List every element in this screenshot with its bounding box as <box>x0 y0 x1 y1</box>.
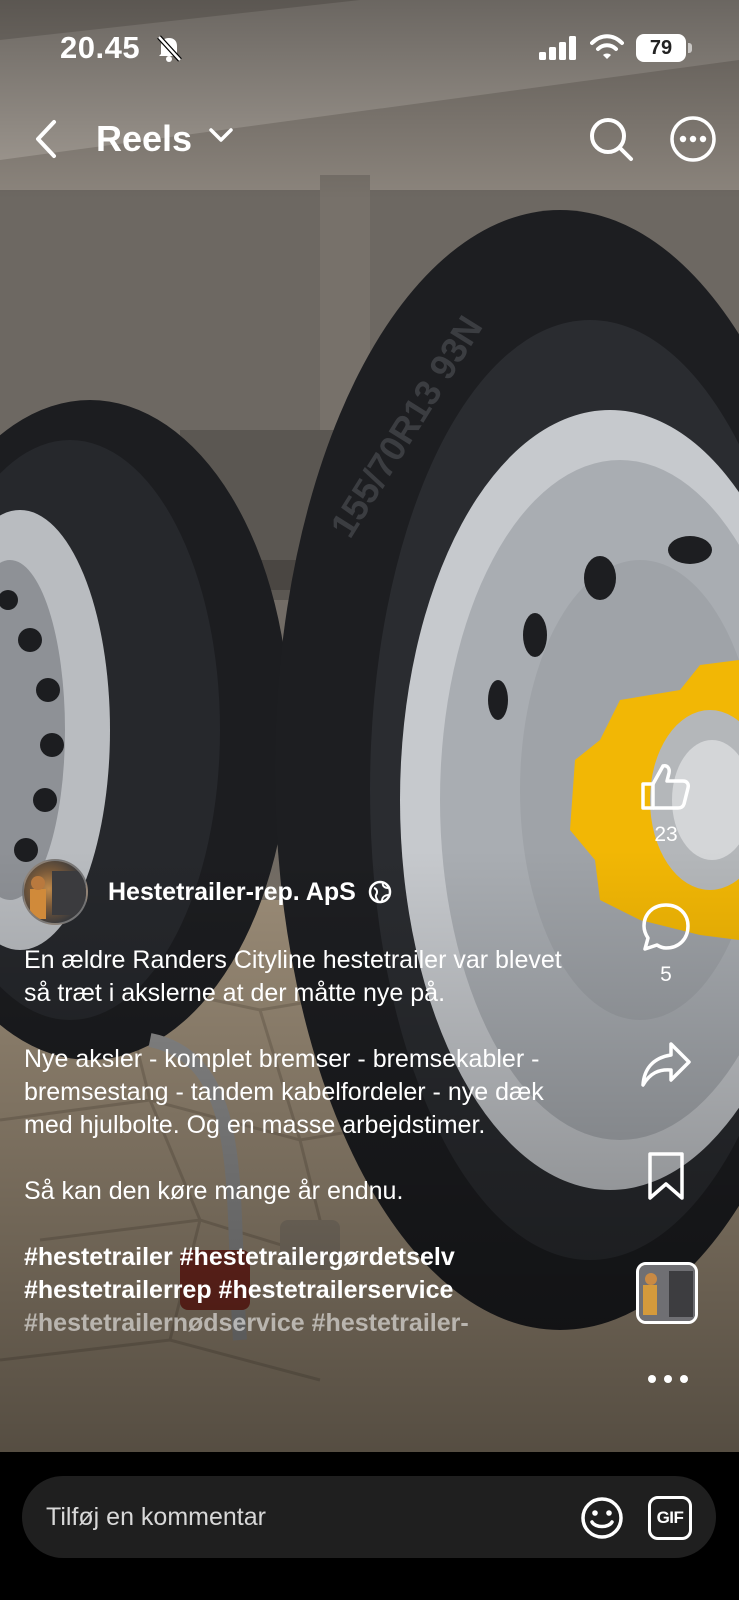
status-time: 20.45 <box>60 30 141 65</box>
comment-button[interactable]: 5 <box>621 900 711 987</box>
gif-button[interactable]: GIF <box>648 1496 692 1540</box>
hashtag-line[interactable]: #hestetrailernødservice #hestetrailer- <box>24 1307 584 1340</box>
author-name[interactable]: Hestetrailer-rep. ApS <box>108 878 356 907</box>
wifi-icon <box>590 33 624 66</box>
audio-thumbnail[interactable] <box>636 1262 698 1324</box>
more-circle-icon <box>670 116 716 162</box>
share-icon <box>641 1042 691 1087</box>
bell-slash-icon <box>156 34 182 67</box>
battery-icon: 79 <box>636 34 686 62</box>
status-bar: 20.45 79 <box>0 0 739 100</box>
comment-bar: Tilføj en kommentar GIF <box>0 1452 739 1600</box>
emoji-icon <box>581 1497 623 1539</box>
reels-title[interactable]: Reels <box>96 118 192 160</box>
bookmark-icon <box>648 1152 684 1200</box>
chevron-down-icon[interactable] <box>208 126 234 149</box>
save-button[interactable] <box>621 1150 711 1207</box>
caption-paragraph: Nye aksler - komplet bremser - bremsekab… <box>24 1045 544 1139</box>
author-row[interactable]: Hestetrailer-rep. ApS <box>22 858 392 926</box>
like-count: 23 <box>654 823 678 846</box>
more-dots-icon <box>648 1375 688 1383</box>
audio-thumbnail-art <box>639 1265 695 1321</box>
caption-paragraph: Så kan den køre mange år endnu. <box>24 1177 404 1205</box>
caption[interactable]: En ældre Randers Cityline hestetrailer v… <box>24 944 584 1340</box>
comment-icon <box>642 903 690 951</box>
search-button[interactable] <box>586 114 636 164</box>
more-options-button[interactable] <box>668 114 718 164</box>
signal-icon <box>539 36 579 65</box>
battery-tip <box>688 43 692 53</box>
hashtag-line[interactable]: #hestetrailerrep #hestetrailerservice <box>24 1274 584 1307</box>
more-dots-button[interactable] <box>640 1364 696 1394</box>
share-button[interactable] <box>621 1040 711 1095</box>
search-icon <box>590 118 633 161</box>
back-chevron-icon <box>36 120 56 158</box>
hashtags: #hestetrailer #hestetrailergørdetselv #h… <box>24 1241 584 1340</box>
caption-paragraph: En ældre Randers Cityline hestetrailer v… <box>24 946 562 1007</box>
avatar[interactable] <box>22 859 88 925</box>
globe-icon <box>368 880 392 904</box>
comment-count: 5 <box>660 963 672 986</box>
like-button[interactable]: 23 <box>621 760 711 847</box>
comment-placeholder: Tilføj en kommentar <box>46 1503 266 1531</box>
back-button[interactable] <box>26 114 66 164</box>
reels-header: Reels <box>0 100 739 180</box>
hashtag-line[interactable]: #hestetrailer #hestetrailergørdetselv <box>24 1241 584 1274</box>
emoji-button[interactable] <box>578 1494 626 1542</box>
thumbs-up-icon <box>641 764 690 810</box>
comment-input[interactable]: Tilføj en kommentar GIF <box>22 1476 716 1558</box>
